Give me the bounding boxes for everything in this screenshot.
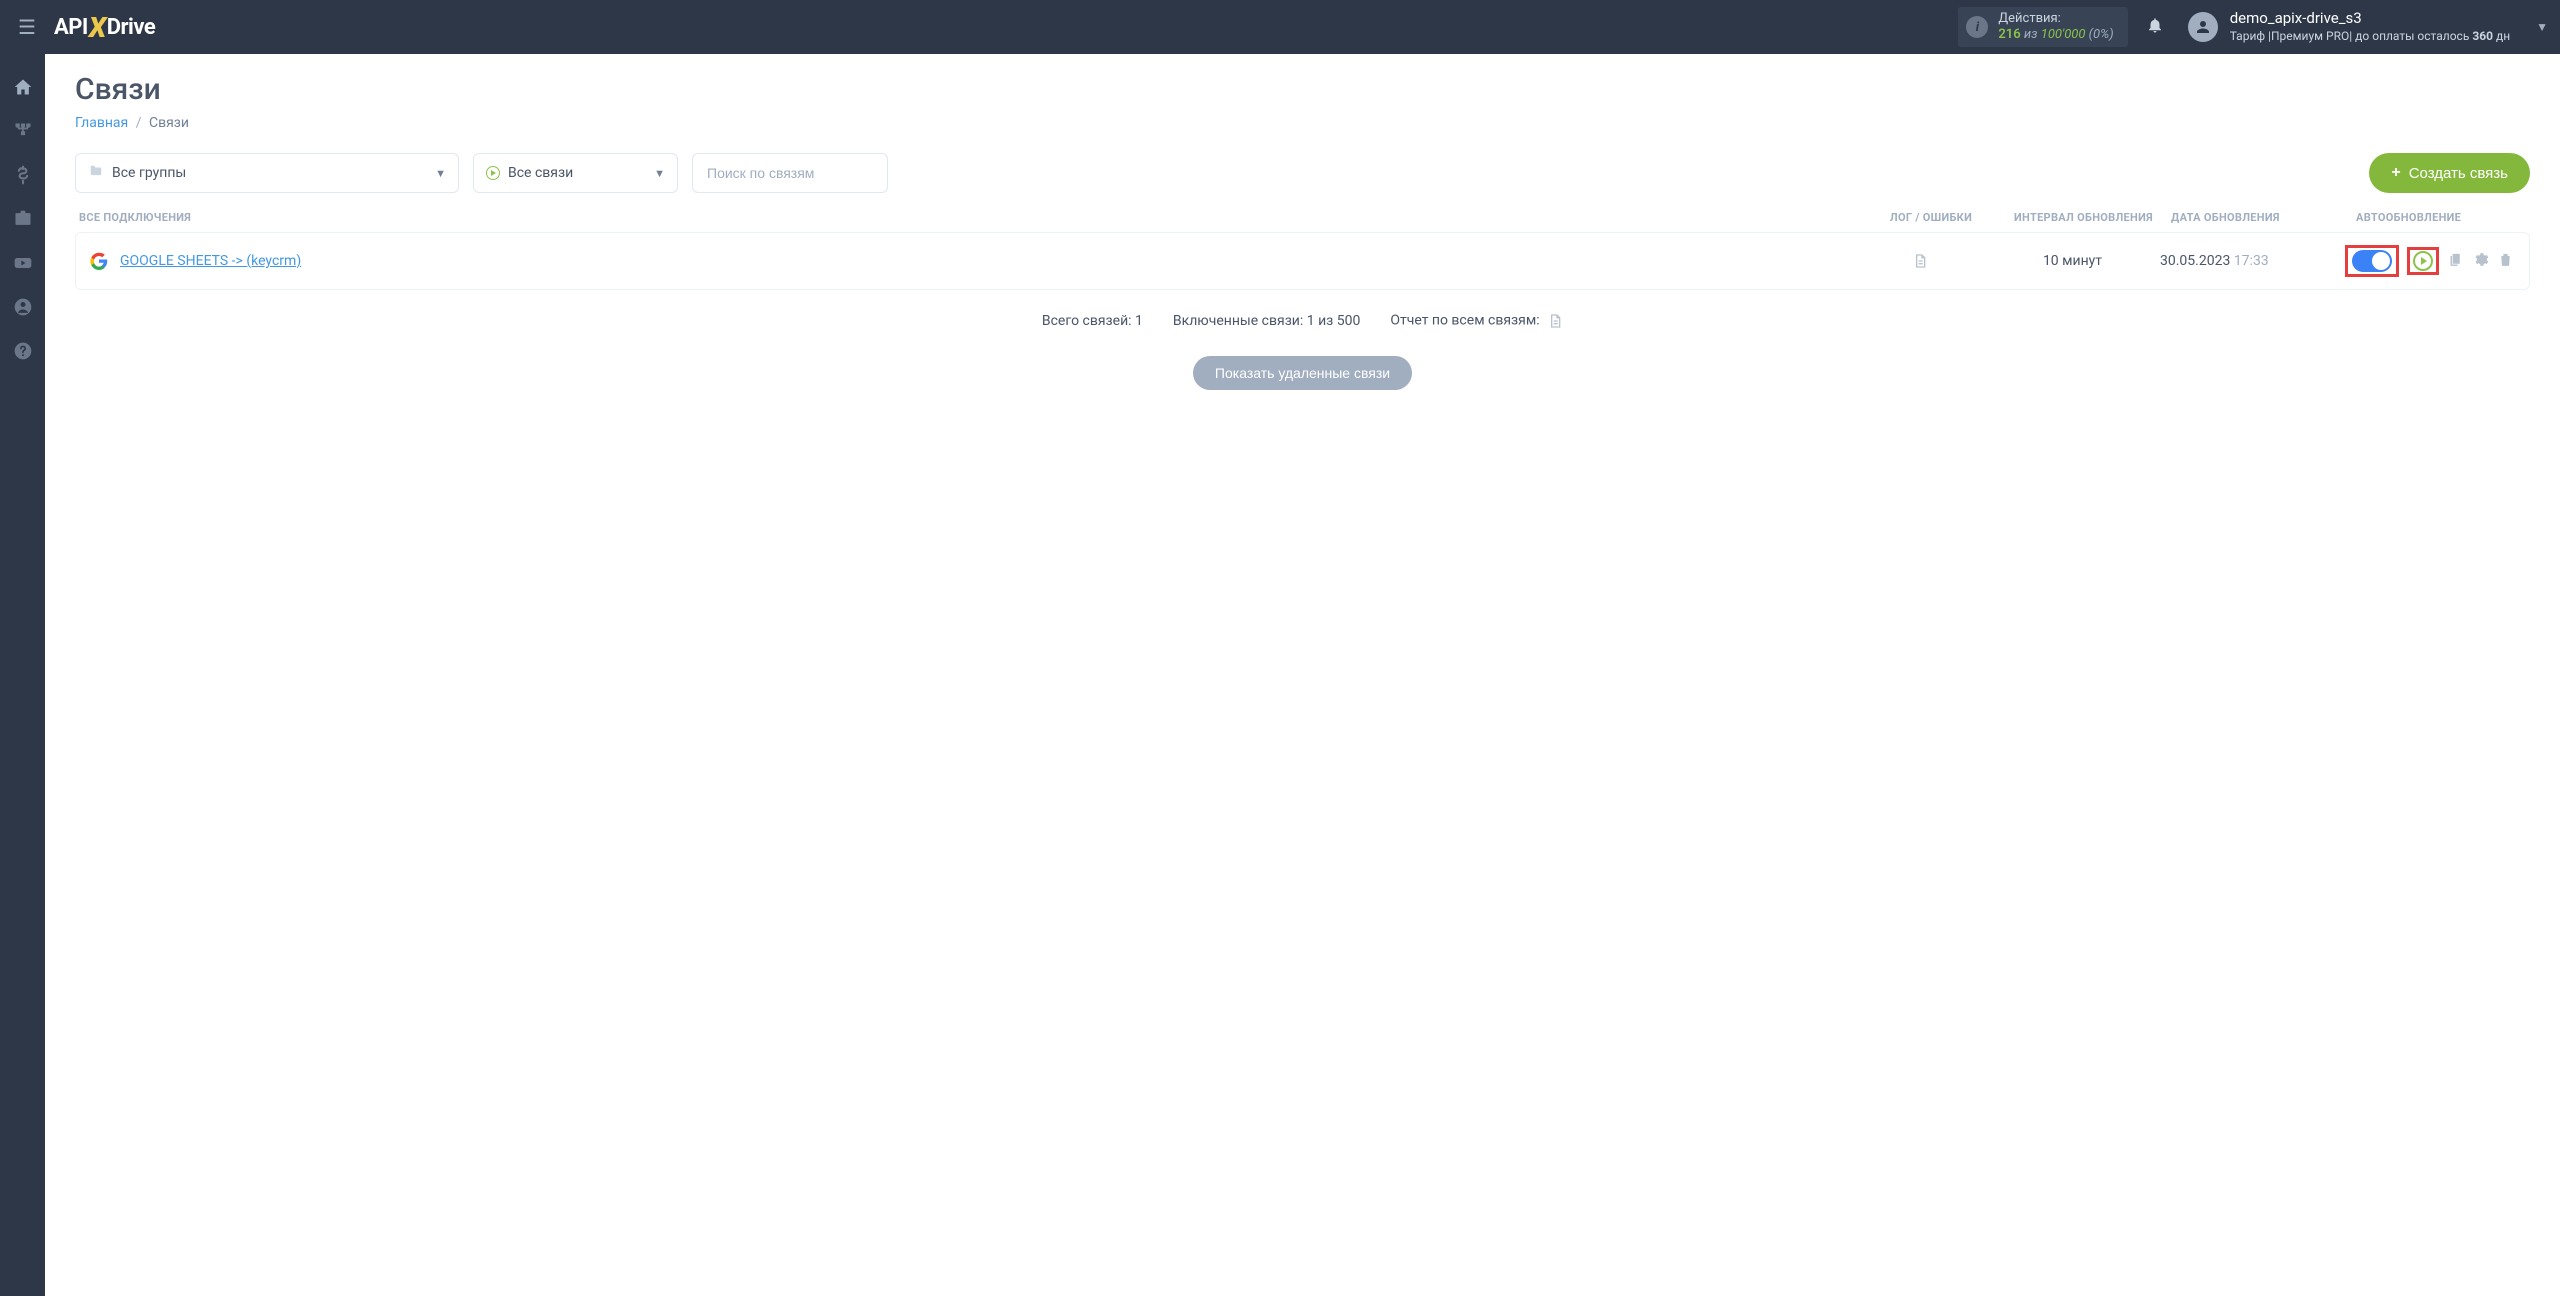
menu-toggle-icon[interactable]: ☰: [12, 9, 42, 45]
actions-pct: (0%): [2085, 27, 2113, 42]
highlight-toggle: [2345, 245, 2399, 277]
play-icon: [486, 166, 500, 180]
copy-icon[interactable]: [2447, 251, 2464, 272]
groups-label: Все группы: [112, 165, 186, 181]
actions-label: Действия:: [1998, 11, 2113, 27]
user-sub-suffix: дн: [2493, 29, 2510, 43]
date-value: 30.05.2023: [2160, 253, 2230, 269]
th-log: ЛОГ / ОШИБКИ: [1866, 211, 1996, 224]
folder-icon: [88, 164, 104, 182]
summary-enabled: Включенные связи: 1 из 500: [1173, 313, 1360, 329]
google-icon: [90, 252, 108, 270]
user-menu[interactable]: demo_apix-drive_s3 Тариф |Премиум PRO| д…: [2188, 9, 2548, 44]
user-name: demo_apix-drive_s3: [2230, 9, 2510, 29]
logo-drive: Drive: [107, 15, 156, 40]
chevron-down-icon: ▼: [2536, 20, 2548, 34]
logo-api: API: [54, 15, 88, 40]
chevron-down-icon: ▼: [654, 167, 665, 180]
th-date: ДАТА ОБНОВЛЕНИЯ: [2171, 211, 2346, 224]
info-icon: i: [1966, 16, 1988, 38]
th-name: ВСЕ ПОДКЛЮЧЕНИЯ: [79, 211, 1866, 224]
avatar-icon: [2188, 12, 2218, 42]
summary-total: Всего связей: 1: [1042, 313, 1143, 329]
autoupdate-toggle[interactable]: [2352, 250, 2392, 272]
nav-profile-icon[interactable]: [12, 296, 34, 318]
chevron-down-icon: ▼: [435, 167, 446, 180]
th-interval: ИНТЕРВАЛ ОБНОВЛЕНИЯ: [1996, 211, 2171, 224]
report-icon[interactable]: [1547, 313, 1563, 329]
breadcrumb-current: Связи: [149, 115, 189, 131]
nav-connections-icon[interactable]: [12, 120, 34, 142]
nav-briefcase-icon[interactable]: [12, 208, 34, 230]
actions-limit: 100'000: [2041, 27, 2086, 42]
nav-video-icon[interactable]: [12, 252, 34, 274]
create-label: Создать связь: [2409, 165, 2508, 182]
topbar: ☰ API X Drive i Действия: 216 из 100'000…: [0, 0, 2560, 54]
log-button[interactable]: [1855, 252, 1985, 270]
trash-icon[interactable]: [2497, 251, 2514, 272]
summary-row: Всего связей: 1 Включенные связи: 1 из 5…: [75, 312, 2530, 330]
plus-icon: +: [2391, 164, 2400, 182]
connection-name-link[interactable]: GOOGLE SHEETS -> (keycrm): [120, 253, 301, 269]
user-sub-prefix: Тариф |Премиум PRO| до оплаты осталось: [2230, 29, 2473, 43]
highlight-play: [2407, 247, 2439, 275]
connections-filter-select[interactable]: Все связи ▼: [473, 153, 678, 193]
interval-value: 10 минут: [1985, 253, 2160, 269]
time-value: 17:33: [2234, 253, 2269, 269]
user-sub-days: 360: [2472, 29, 2493, 43]
search-input[interactable]: [692, 153, 888, 193]
nav-home-icon[interactable]: [12, 76, 34, 98]
logo-x-icon: X: [89, 11, 106, 44]
show-deleted-button[interactable]: Показать удаленные связи: [1193, 356, 1412, 390]
th-auto: АВТООБНОВЛЕНИЕ: [2346, 211, 2526, 224]
main-content: Связи Главная / Связи Все группы ▼ Все с…: [45, 54, 2560, 1296]
summary-report: Отчет по всем связям:: [1390, 313, 1539, 329]
breadcrumb-sep: /: [136, 115, 142, 131]
table-header: ВСЕ ПОДКЛЮЧЕНИЯ ЛОГ / ОШИБКИ ИНТЕРВАЛ ОБ…: [75, 211, 2530, 232]
actions-iz: из: [2021, 27, 2041, 42]
groups-select[interactable]: Все группы ▼: [75, 153, 459, 193]
page-title: Связи: [75, 72, 2530, 107]
actions-used: 216: [1998, 27, 2020, 42]
run-button[interactable]: [2413, 251, 2433, 271]
breadcrumb-home[interactable]: Главная: [75, 115, 128, 131]
actions-counter[interactable]: i Действия: 216 из 100'000 (0%): [1958, 7, 2127, 48]
breadcrumb: Главная / Связи: [75, 115, 2530, 131]
create-connection-button[interactable]: + Создать связь: [2369, 153, 2530, 193]
logo[interactable]: API X Drive: [54, 11, 155, 44]
conns-label: Все связи: [508, 165, 573, 181]
bell-icon[interactable]: [2146, 16, 2164, 39]
sidebar: [0, 54, 45, 1296]
gear-icon[interactable]: [2472, 251, 2489, 272]
table-row: GOOGLE SHEETS -> (keycrm) 10 минут 30.05…: [75, 232, 2530, 290]
nav-billing-icon[interactable]: [12, 164, 34, 186]
nav-help-icon[interactable]: [12, 340, 34, 362]
